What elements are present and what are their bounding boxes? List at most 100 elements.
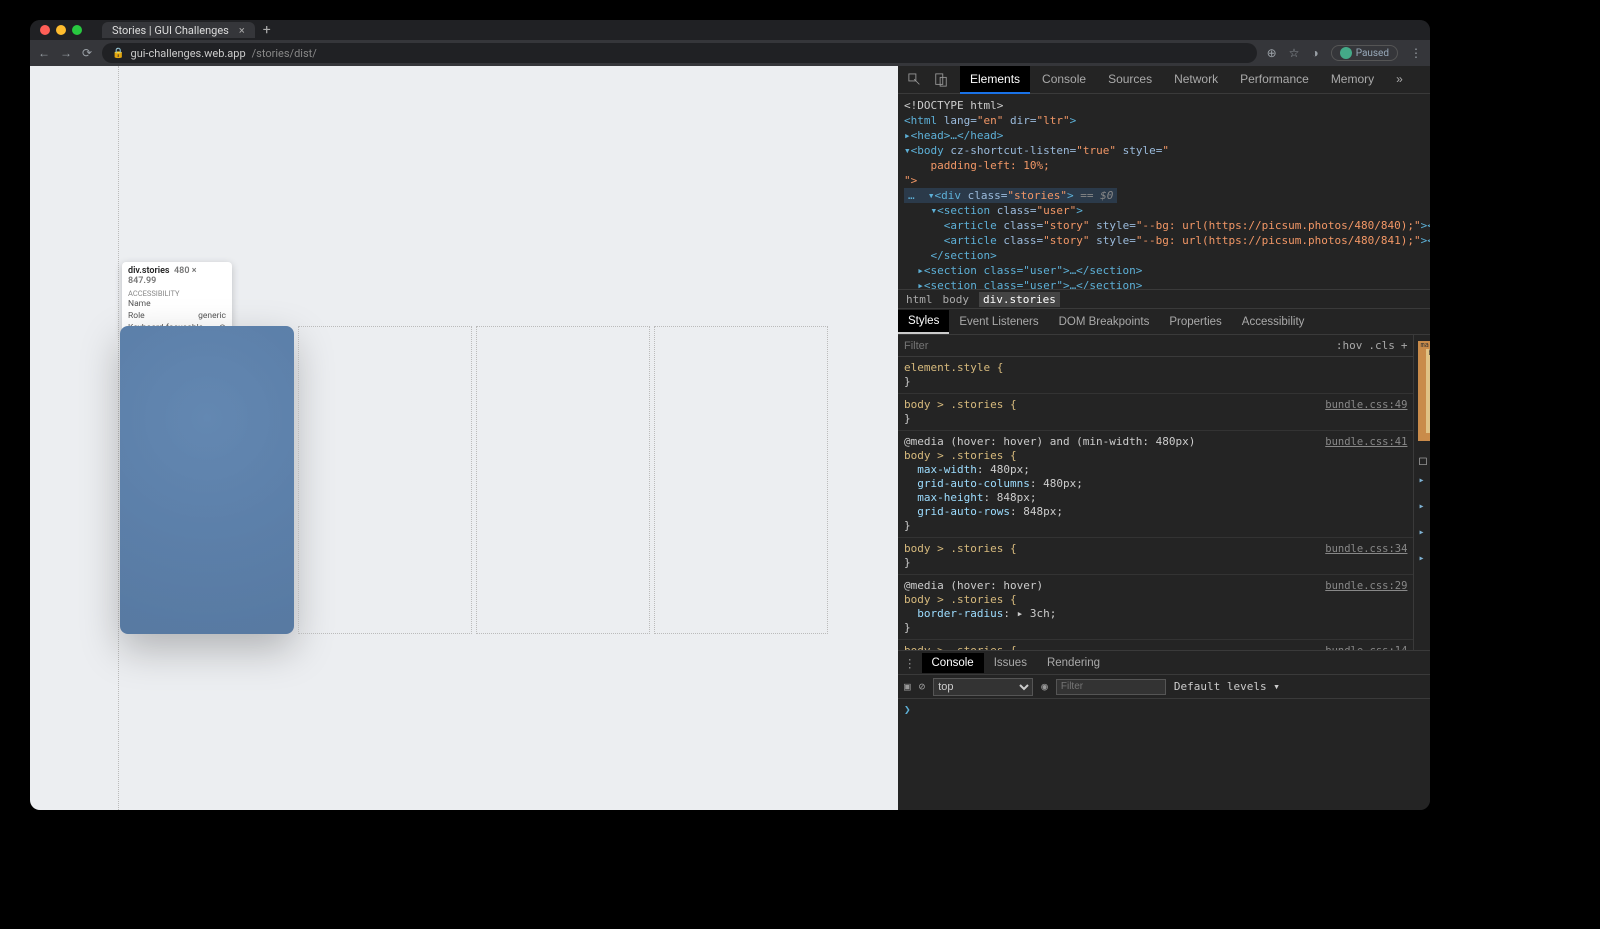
maximize-window-button[interactable] bbox=[72, 25, 82, 35]
back-button[interactable]: ← bbox=[38, 46, 50, 60]
dom-line[interactable]: ▾<body cz-shortcut-listen="true" style=" bbox=[904, 143, 1430, 158]
rule-block[interactable]: bundle.css:29 @media (hover: hover) body… bbox=[898, 575, 1413, 640]
tooltip-section: ACCESSIBILITY bbox=[128, 289, 226, 298]
subtab-properties[interactable]: Properties bbox=[1159, 311, 1231, 333]
tab-memory[interactable]: Memory bbox=[1321, 66, 1384, 94]
tabs-overflow[interactable]: » bbox=[1386, 66, 1413, 94]
drawer-tab-console[interactable]: Console bbox=[922, 653, 984, 673]
story-slot-2[interactable] bbox=[298, 326, 472, 634]
browser-tab[interactable]: Stories | GUI Challenges × bbox=[102, 22, 255, 38]
device-toolbar-button[interactable] bbox=[930, 69, 952, 91]
log-levels-dropdown[interactable]: Default levels ▾ bbox=[1174, 680, 1280, 693]
rule-block[interactable]: bundle.css:14 body > .stories { width: 1… bbox=[898, 640, 1413, 650]
hov-toggle[interactable]: :hov bbox=[1336, 339, 1363, 352]
bookmark-icon[interactable]: ☆ bbox=[1289, 46, 1300, 60]
drawer-tab-issues[interactable]: Issues bbox=[984, 653, 1037, 673]
tab-sources[interactable]: Sources bbox=[1098, 66, 1162, 94]
close-tab-button[interactable]: × bbox=[239, 24, 245, 37]
page-viewport: div.stories 480 × 847.99 ACCESSIBILITY N… bbox=[30, 66, 898, 810]
omnibox[interactable]: 🔒 gui-challenges.web.app/stories/dist/ bbox=[102, 43, 1257, 63]
console-toolbar: ▣ ⊘ top ◉ Default levels ▾ ⚙ bbox=[898, 675, 1430, 699]
crumb-body[interactable]: body bbox=[943, 293, 970, 306]
dom-line[interactable]: "> bbox=[904, 173, 1430, 188]
story-slot-4[interactable] bbox=[654, 326, 828, 634]
sidebar-toggle-icon[interactable]: ▣ bbox=[904, 680, 911, 693]
rule-block[interactable]: bundle.css:49 body > .stories { } bbox=[898, 394, 1413, 431]
drawer-tab-rendering[interactable]: Rendering bbox=[1037, 653, 1110, 673]
story-slot-3[interactable] bbox=[476, 326, 650, 634]
new-rule-button[interactable]: + bbox=[1401, 339, 1408, 352]
dom-line[interactable]: padding-left: 10%; bbox=[904, 158, 1430, 173]
dom-line[interactable]: ▸<section class="user">…</section> bbox=[904, 263, 1430, 278]
browser-window: Stories | GUI Challenges × + ← → ⟳ 🔒 gui… bbox=[30, 20, 1430, 810]
computed-list[interactable]: ▸ border-bot… 30.2155px ▸ border-bot… 30… bbox=[1418, 474, 1430, 578]
rule-element-style[interactable]: element.style { } bbox=[898, 357, 1413, 394]
computed-pane: margin border padding - 480 × 847.992 ☐ … bbox=[1413, 335, 1430, 650]
dom-line[interactable]: </section> bbox=[904, 248, 1430, 263]
url-host: gui-challenges.web.app bbox=[131, 47, 246, 60]
dom-line[interactable]: <article class="story" style="--bg: url(… bbox=[904, 218, 1430, 233]
console-drawer: ⋮ Console Issues Rendering × ▣ ⊘ top ◉ D… bbox=[898, 650, 1430, 810]
context-select[interactable]: top bbox=[933, 678, 1033, 696]
reload-button[interactable]: ⟳ bbox=[82, 46, 92, 60]
tab-console[interactable]: Console bbox=[1032, 66, 1096, 94]
styles-filter-input[interactable] bbox=[904, 340, 1330, 352]
source-link[interactable]: bundle.css:34 bbox=[1325, 542, 1407, 556]
console-prompt[interactable]: ❯ bbox=[904, 703, 911, 716]
dom-tree[interactable]: <!DOCTYPE html> <html lang="en" dir="ltr… bbox=[898, 94, 1430, 289]
search-icon[interactable]: ⊕ bbox=[1267, 46, 1277, 60]
rule-block[interactable]: bundle.css:34 body > .stories { } bbox=[898, 538, 1413, 575]
source-link[interactable]: bundle.css:41 bbox=[1325, 435, 1407, 449]
url-path: /stories/dist/ bbox=[252, 47, 317, 60]
css-rules-pane[interactable]: :hov .cls + element.style { } bundle.css… bbox=[898, 335, 1413, 650]
dom-line[interactable]: <html lang="en" dir="ltr"> bbox=[904, 113, 1430, 128]
chrome-menu-button[interactable]: ⋮ bbox=[1410, 46, 1422, 60]
paused-label: Paused bbox=[1356, 48, 1389, 59]
inspect-element-button[interactable] bbox=[904, 69, 926, 91]
source-link[interactable]: bundle.css:49 bbox=[1325, 398, 1407, 412]
crumb-selected[interactable]: div.stories bbox=[979, 292, 1060, 307]
forward-button[interactable]: → bbox=[60, 46, 72, 60]
console-filter-input[interactable] bbox=[1056, 679, 1166, 695]
box-model[interactable]: margin border padding - 480 × 847.992 bbox=[1418, 341, 1430, 441]
drawer-kebab[interactable]: ⋮ bbox=[898, 656, 922, 670]
close-window-button[interactable] bbox=[40, 25, 50, 35]
subtab-dom-breakpoints[interactable]: DOM Breakpoints bbox=[1049, 311, 1160, 333]
show-all-checkbox[interactable]: ☐ Show all bbox=[1418, 457, 1430, 468]
dom-line[interactable]: <!DOCTYPE html> bbox=[904, 98, 1430, 113]
clear-console-button[interactable]: ⊘ bbox=[919, 680, 926, 693]
subtab-styles[interactable]: Styles bbox=[898, 310, 949, 334]
tab-network[interactable]: Network bbox=[1164, 66, 1228, 94]
console-body[interactable]: ❯ bbox=[898, 699, 1430, 810]
source-link[interactable]: bundle.css:29 bbox=[1325, 579, 1407, 593]
crumb-html[interactable]: html bbox=[906, 293, 933, 306]
devtools-panel: Elements Console Sources Network Perform… bbox=[898, 66, 1430, 810]
profile-paused-chip[interactable]: Paused bbox=[1331, 45, 1398, 61]
dom-line[interactable]: ▸<section class="user">…</section> bbox=[904, 278, 1430, 289]
story-image bbox=[120, 326, 294, 634]
tooltip-role-val: generic bbox=[198, 311, 226, 321]
lock-icon: 🔒 bbox=[112, 48, 124, 59]
tab-strip: Stories | GUI Challenges × + bbox=[30, 20, 1430, 40]
rule-block[interactable]: bundle.css:41 @media (hover: hover) and … bbox=[898, 431, 1413, 538]
avatar-icon bbox=[1340, 47, 1352, 59]
new-tab-button[interactable]: + bbox=[263, 22, 271, 38]
tab-elements[interactable]: Elements bbox=[960, 66, 1030, 94]
eye-icon[interactable]: ◉ bbox=[1041, 680, 1048, 693]
dom-line[interactable]: ▾<section class="user"> bbox=[904, 203, 1430, 218]
subtab-accessibility[interactable]: Accessibility bbox=[1232, 311, 1315, 333]
tab-performance[interactable]: Performance bbox=[1230, 66, 1319, 94]
dom-line-selected[interactable]: … ▾<div class="stories"> == $0 bbox=[904, 188, 1430, 203]
dom-line[interactable]: <article class="story" style="--bg: url(… bbox=[904, 233, 1430, 248]
dom-breadcrumb: html body div.stories bbox=[898, 289, 1430, 309]
window-controls bbox=[40, 25, 82, 35]
drawer-tabs: ⋮ Console Issues Rendering × bbox=[898, 651, 1430, 675]
extension-icon[interactable]: ◑ bbox=[1311, 46, 1318, 60]
story-slot-1[interactable] bbox=[120, 326, 294, 634]
tooltip-role-key: Role bbox=[128, 311, 145, 321]
source-link[interactable]: bundle.css:14 bbox=[1325, 644, 1407, 650]
subtab-event-listeners[interactable]: Event Listeners bbox=[949, 311, 1048, 333]
cls-toggle[interactable]: .cls bbox=[1368, 339, 1395, 352]
dom-line[interactable]: ▸<head>…</head> bbox=[904, 128, 1430, 143]
minimize-window-button[interactable] bbox=[56, 25, 66, 35]
